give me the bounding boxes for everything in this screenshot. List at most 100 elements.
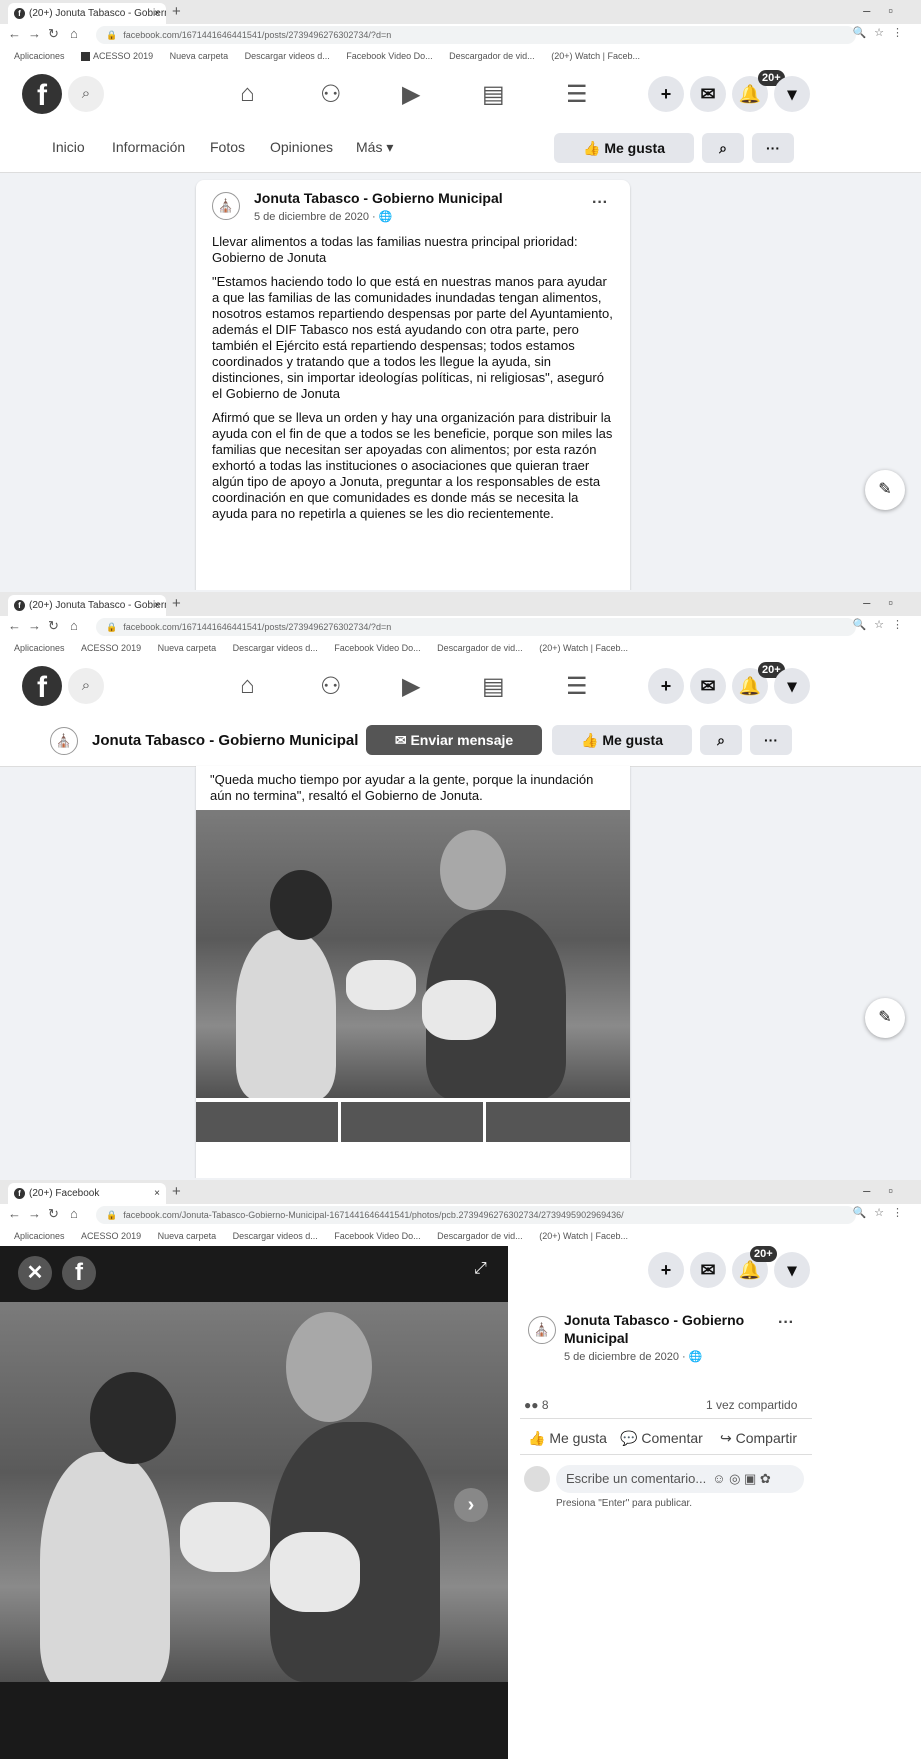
like-action-button[interactable]: 👍 Me gusta [528, 1430, 607, 1447]
account-menu-icon[interactable]: ▾ [774, 1252, 810, 1288]
new-tab-icon[interactable]: + [172, 595, 181, 613]
next-photo-icon[interactable]: › [454, 1488, 488, 1522]
url-field[interactable]: 🔒 facebook.com/Jonuta-Tabasco-Gobierno-Mu… [96, 1206, 856, 1224]
new-message-icon[interactable]: ✎ [865, 470, 905, 510]
bookmark-descargador[interactable]: Descargador de vid... [449, 51, 535, 61]
marketplace-nav-icon[interactable]: ▤ [482, 672, 505, 701]
extension-icons[interactable]: 🔍☆⋮ [852, 26, 911, 39]
friends-nav-icon[interactable]: ⚇ [320, 672, 342, 701]
post-author-line2[interactable]: Municipal [564, 1330, 629, 1346]
post-date[interactable]: 5 de diciembre de 2020 · 🌐 [564, 1350, 702, 1363]
post-photo[interactable] [196, 810, 630, 1098]
tab-opiniones[interactable]: Opiniones [270, 139, 333, 155]
bookmark-apps[interactable]: Aplicaciones [14, 643, 65, 653]
tab-informacion[interactable]: Información [112, 139, 185, 155]
user-avatar[interactable] [524, 1466, 550, 1492]
more-options-button[interactable]: ··· [752, 133, 794, 163]
close-tab-icon[interactable]: × [154, 1183, 160, 1204]
share-action-button[interactable]: ↪ Compartir [720, 1430, 797, 1447]
bookmark-descargador[interactable]: Descargador de vid... [437, 643, 523, 653]
post-options-icon[interactable]: ··· [592, 194, 608, 212]
forward-icon[interactable]: → [28, 1206, 41, 1221]
reload-icon[interactable]: ↻ [48, 26, 59, 42]
create-icon[interactable]: + [648, 76, 684, 112]
window-controls[interactable]: –▫ [863, 1183, 911, 1198]
bookmark-watch[interactable]: (20+) Watch | Faceb... [539, 1231, 628, 1241]
watch-nav-icon[interactable]: ▶ [402, 80, 420, 109]
more-options-button[interactable]: ··· [750, 725, 792, 755]
browser-tab[interactable]: f (20+) Jonuta Tabasco - Gobierno × [8, 595, 166, 616]
home-icon[interactable]: ⌂ [70, 1206, 78, 1221]
url-field[interactable]: 🔒 facebook.com/1671441646441541/posts/273… [96, 618, 856, 636]
friends-nav-icon[interactable]: ⚇ [320, 80, 342, 109]
reload-icon[interactable]: ↻ [48, 618, 59, 634]
comment-action-button[interactable]: 💬 Comentar [620, 1430, 703, 1447]
home-icon[interactable]: ⌂ [70, 618, 78, 633]
facebook-logo-icon[interactable]: f [62, 1256, 96, 1290]
facebook-logo-icon[interactable]: f [22, 74, 62, 114]
tab-mas[interactable]: Más ▾ [356, 139, 393, 156]
send-message-button[interactable]: ✉ Enviar mensaje [366, 725, 542, 755]
url-field[interactable]: 🔒 facebook.com/1671441646441541/posts/273… [96, 26, 856, 44]
new-tab-icon[interactable]: + [172, 1183, 181, 1201]
create-icon[interactable]: + [648, 1252, 684, 1288]
window-controls[interactable]: –▫ [863, 3, 911, 18]
photo-thumbnail[interactable] [486, 1102, 630, 1142]
close-tab-icon[interactable]: × [154, 3, 160, 24]
page-title[interactable]: Jonuta Tabasco - Gobierno Municipal [92, 732, 358, 749]
marketplace-nav-icon[interactable]: ▤ [482, 80, 505, 109]
page-search-icon[interactable]: ⌕ [700, 725, 742, 755]
bookmark-acesso[interactable]: ACESSO 2019 [81, 1231, 141, 1241]
browser-tab[interactable]: f (20+) Facebook × [8, 1183, 166, 1204]
watch-nav-icon[interactable]: ▶ [402, 672, 420, 701]
back-icon[interactable]: ← [8, 1206, 21, 1221]
photo-thumbnail[interactable] [341, 1102, 483, 1142]
menu-nav-icon[interactable]: ☰ [566, 80, 588, 109]
bookmark-apps[interactable]: Aplicaciones [14, 51, 65, 61]
home-nav-icon[interactable]: ⌂ [240, 80, 255, 108]
page-avatar[interactable]: ⛪ [528, 1316, 556, 1344]
like-page-button[interactable]: 👍 Me gusta [552, 725, 692, 755]
create-icon[interactable]: + [648, 668, 684, 704]
close-tab-icon[interactable]: × [154, 595, 160, 616]
back-icon[interactable]: ← [8, 618, 21, 633]
share-count[interactable]: 1 vez compartido [706, 1398, 797, 1412]
forward-icon[interactable]: → [28, 26, 41, 41]
messenger-icon[interactable]: ✉ [690, 1252, 726, 1288]
comment-input[interactable]: Escribe un comentario... ☺ ◎ ▣ ✿ [556, 1465, 804, 1493]
bookmark-descargador[interactable]: Descargador de vid... [437, 1231, 523, 1241]
like-page-button[interactable]: 👍 Me gusta [554, 133, 694, 163]
bookmark-fbvideo[interactable]: Facebook Video Do... [346, 51, 432, 61]
bookmark-fbvideo[interactable]: Facebook Video Do... [334, 1231, 420, 1241]
bookmark-watch[interactable]: (20+) Watch | Faceb... [539, 643, 628, 653]
post-date[interactable]: 5 de diciembre de 2020 · 🌐 [254, 210, 392, 223]
facebook-logo-icon[interactable]: f [22, 666, 62, 706]
page-search-icon[interactable]: ⌕ [702, 133, 744, 163]
bookmark-folder[interactable]: Nueva carpeta [170, 51, 229, 61]
home-icon[interactable]: ⌂ [70, 26, 78, 41]
bookmark-folder[interactable]: Nueva carpeta [158, 643, 217, 653]
emoji-icons[interactable]: ☺ ◎ ▣ ✿ [712, 1471, 771, 1486]
home-nav-icon[interactable]: ⌂ [240, 672, 255, 700]
messenger-icon[interactable]: ✉ [690, 668, 726, 704]
forward-icon[interactable]: → [28, 618, 41, 633]
tab-inicio[interactable]: Inicio [52, 139, 85, 155]
new-message-icon[interactable]: ✎ [865, 998, 905, 1038]
tab-fotos[interactable]: Fotos [210, 139, 245, 155]
bookmark-descargar[interactable]: Descargar videos d... [233, 1231, 318, 1241]
reactions[interactable]: ●● 8 [524, 1398, 549, 1412]
search-icon[interactable]: ⌕ [68, 668, 104, 704]
page-avatar[interactable]: ⛪ [212, 192, 240, 220]
extension-icons[interactable]: 🔍☆⋮ [852, 618, 911, 631]
window-controls[interactable]: –▫ [863, 595, 911, 610]
fullscreen-icon[interactable]: ⤢ [474, 1260, 487, 1278]
bookmark-acesso[interactable]: ACESSO 2019 [81, 51, 153, 62]
close-viewer-icon[interactable]: ✕ [18, 1256, 52, 1290]
bookmark-watch[interactable]: (20+) Watch | Faceb... [551, 51, 640, 61]
account-menu-icon[interactable]: ▾ [774, 76, 810, 112]
bookmark-descargar[interactable]: Descargar videos d... [245, 51, 330, 61]
browser-tab[interactable]: f (20+) Jonuta Tabasco - Gobierno × [8, 3, 166, 24]
bookmark-descargar[interactable]: Descargar videos d... [233, 643, 318, 653]
account-menu-icon[interactable]: ▾ [774, 668, 810, 704]
reload-icon[interactable]: ↻ [48, 1206, 59, 1222]
